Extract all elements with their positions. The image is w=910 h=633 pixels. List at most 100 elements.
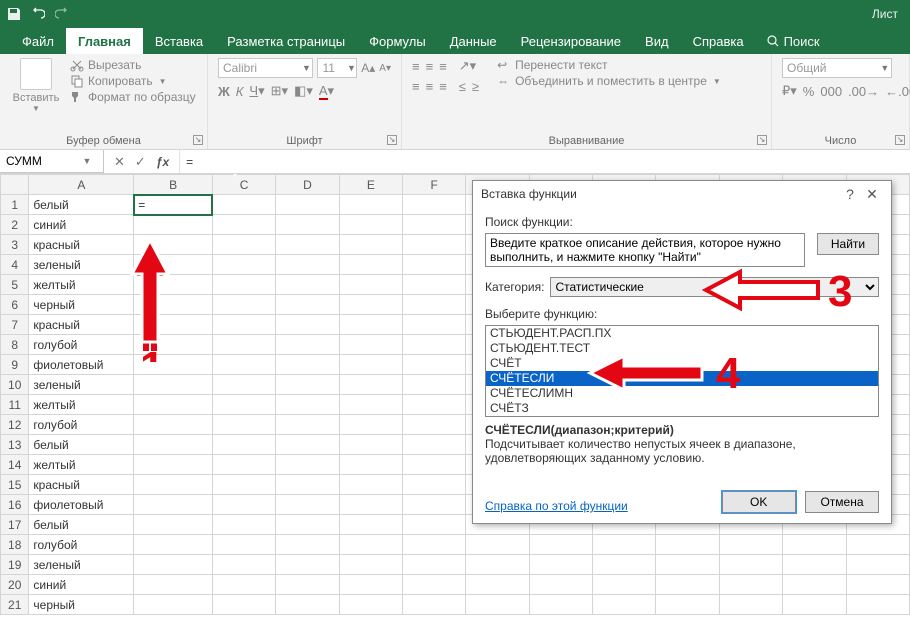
row-header[interactable]: 14 (1, 455, 29, 475)
insert-function-icon[interactable]: ƒx (156, 155, 169, 169)
cell[interactable] (212, 315, 275, 335)
cell[interactable] (134, 375, 213, 395)
cell[interactable] (134, 455, 213, 475)
italic-icon[interactable]: К (236, 84, 244, 99)
function-list-item[interactable]: СЧЁТЗ (486, 401, 878, 416)
cell[interactable] (134, 235, 213, 255)
cell[interactable] (212, 195, 275, 215)
cell[interactable] (339, 255, 402, 275)
font-color-icon[interactable]: A▾ (319, 83, 334, 99)
border-icon[interactable]: ⊞▾ (271, 83, 288, 99)
cell[interactable] (783, 535, 846, 555)
undo-icon[interactable] (30, 6, 46, 22)
cell[interactable]: голубой (29, 415, 134, 435)
function-list-item[interactable]: СТЬЮДЕНТ.РАСП.ПХ (486, 326, 878, 341)
copy-button[interactable]: Копировать▼ (70, 74, 196, 88)
number-format-combo[interactable]: ▼ (782, 58, 892, 78)
cell[interactable] (339, 555, 402, 575)
cell[interactable] (466, 535, 529, 555)
cell[interactable]: красный (29, 475, 134, 495)
font-size-combo[interactable]: ▼ (317, 58, 357, 78)
cell[interactable] (403, 395, 466, 415)
cell[interactable] (212, 555, 275, 575)
function-list-item[interactable]: СЧИТАТЬПУСТОТЫ (486, 416, 878, 417)
cell[interactable] (466, 595, 529, 615)
select-all-corner[interactable] (1, 175, 29, 195)
cell[interactable] (403, 495, 466, 515)
cell[interactable] (276, 375, 339, 395)
cell[interactable] (276, 335, 339, 355)
cell[interactable] (403, 535, 466, 555)
enter-formula-icon[interactable]: ✓ (135, 154, 146, 170)
cell[interactable] (339, 295, 402, 315)
tab-view[interactable]: Вид (633, 28, 681, 54)
cell[interactable] (212, 415, 275, 435)
cell[interactable] (134, 315, 213, 335)
cell[interactable] (403, 575, 466, 595)
cell[interactable] (656, 555, 719, 575)
cell[interactable] (846, 595, 909, 615)
function-help-link[interactable]: Справка по этой функции (485, 499, 628, 513)
cell[interactable] (276, 495, 339, 515)
cell[interactable] (719, 595, 782, 615)
cell[interactable] (276, 555, 339, 575)
cell[interactable]: голубой (29, 535, 134, 555)
cell[interactable] (276, 415, 339, 435)
cell[interactable] (593, 535, 656, 555)
cell[interactable] (134, 435, 213, 455)
cell[interactable]: белый (29, 515, 134, 535)
cell[interactable] (276, 195, 339, 215)
font-name-combo[interactable]: ▼ (218, 58, 313, 78)
cell[interactable] (403, 275, 466, 295)
cell[interactable] (212, 535, 275, 555)
cell[interactable] (212, 215, 275, 235)
cell[interactable] (719, 575, 782, 595)
cell[interactable] (403, 195, 466, 215)
column-header[interactable]: C (212, 175, 275, 195)
tab-data[interactable]: Данные (438, 28, 509, 54)
cell[interactable]: желтый (29, 395, 134, 415)
cell[interactable] (212, 475, 275, 495)
column-header[interactable]: D (276, 175, 339, 195)
tab-insert[interactable]: Вставка (143, 28, 215, 54)
decrease-font-icon[interactable]: A▾ (379, 63, 391, 74)
cell[interactable] (276, 355, 339, 375)
cell[interactable] (339, 515, 402, 535)
cell[interactable] (719, 535, 782, 555)
cell[interactable]: зеленый (29, 555, 134, 575)
cell[interactable] (276, 595, 339, 615)
cell[interactable] (339, 395, 402, 415)
cell[interactable] (339, 235, 402, 255)
cell[interactable]: синий (29, 215, 134, 235)
cell[interactable] (593, 575, 656, 595)
cell[interactable] (276, 215, 339, 235)
cell[interactable] (403, 375, 466, 395)
row-header[interactable]: 5 (1, 275, 29, 295)
underline-icon[interactable]: Ч▾ (249, 83, 264, 99)
cell[interactable] (403, 515, 466, 535)
formula-input[interactable]: = (179, 150, 910, 173)
align-top-icon[interactable]: ≡ (412, 59, 420, 74)
dialog-close-icon[interactable]: ✕ (861, 186, 883, 203)
cell[interactable] (339, 335, 402, 355)
cell[interactable] (134, 595, 213, 615)
cell[interactable] (212, 435, 275, 455)
cell[interactable] (403, 355, 466, 375)
row-header[interactable]: 18 (1, 535, 29, 555)
number-dialog-launcher-icon[interactable]: ↘ (895, 135, 905, 145)
row-header[interactable]: 11 (1, 395, 29, 415)
function-list-item[interactable]: СЧЁТЕСЛИМН (486, 386, 878, 401)
cell[interactable]: желтый (29, 455, 134, 475)
cell[interactable] (134, 495, 213, 515)
cell[interactable] (212, 495, 275, 515)
cell[interactable] (339, 375, 402, 395)
cell[interactable] (276, 515, 339, 535)
search-function-input[interactable]: Введите краткое описание действия, котор… (485, 233, 805, 267)
row-header[interactable]: 1 (1, 195, 29, 215)
cell[interactable]: черный (29, 595, 134, 615)
cell[interactable]: черный (29, 295, 134, 315)
cell[interactable] (276, 255, 339, 275)
cell[interactable] (403, 335, 466, 355)
cell[interactable] (403, 435, 466, 455)
cell[interactable] (529, 575, 592, 595)
